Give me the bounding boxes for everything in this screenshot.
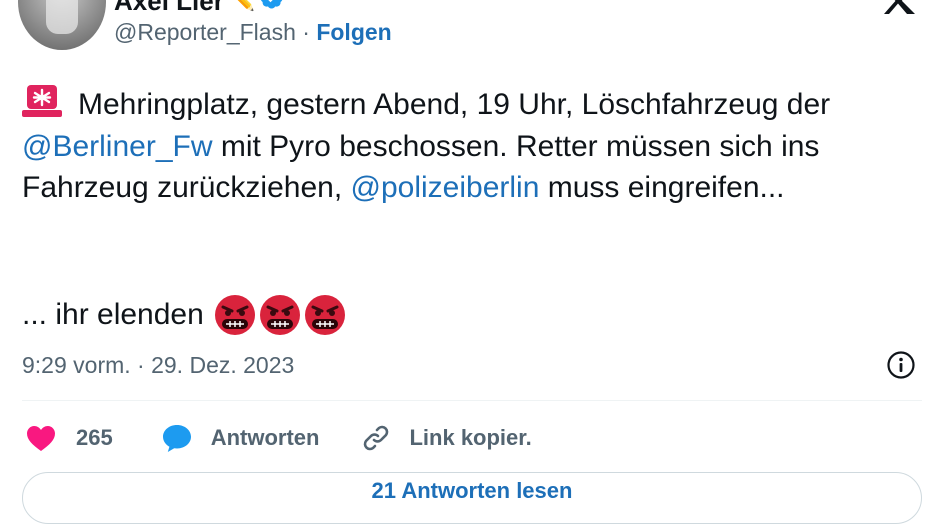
copy-link-button[interactable]: Link kopier.: [361, 423, 532, 453]
angry-symbols-face-icon: [304, 295, 345, 335]
read-replies-button[interactable]: 21 Antworten lesen: [22, 472, 922, 524]
author-name[interactable]: Axel Lier: [114, 0, 224, 17]
tweet-timestamp[interactable]: 9:29 vorm. · 29. Dez. 2023: [22, 352, 294, 379]
author-handle-line: @Reporter_Flash · Folgen: [114, 19, 392, 46]
follow-button[interactable]: Folgen: [316, 19, 391, 45]
author-avatar[interactable]: [18, 0, 106, 50]
divider: [22, 400, 922, 401]
tweet-text-part-1: Mehringplatz, gestern Abend, 19 Uhr, Lös…: [78, 88, 831, 121]
mention-berliner-fw[interactable]: @Berliner_Fw: [22, 130, 213, 163]
angry-symbols-face-icon: [259, 295, 300, 335]
rotating-light-icon: [22, 85, 62, 117]
like-count: 265: [76, 425, 113, 450]
angry-symbols-face-icon: [214, 295, 255, 335]
reply-label: Antworten: [210, 425, 320, 450]
verified-badge-icon: [260, 0, 283, 9]
tweet-closing-line: ... ihr elenden: [22, 294, 346, 336]
pencil-icon: ✏️: [230, 0, 255, 12]
info-icon[interactable]: [886, 350, 916, 380]
author-handle[interactable]: @Reporter_Flash: [114, 19, 296, 45]
tweet-text-part-3: muss eingreifen...: [539, 171, 785, 204]
mention-polizeiberlin[interactable]: @polizeiberlin: [351, 171, 540, 204]
like-button[interactable]: 265: [22, 425, 113, 452]
x-logo-icon[interactable]: [881, 0, 917, 14]
closing-text: ... ihr elenden: [22, 298, 204, 331]
speech-bubble-icon: [162, 425, 191, 452]
heart-icon: [27, 425, 55, 451]
reply-button[interactable]: Antworten: [161, 423, 320, 453]
action-bar: 265 Antworten Link kopier.: [22, 418, 532, 458]
tweet-text: Mehringplatz, gestern Abend, 19 Uhr, Lös…: [22, 84, 932, 209]
handle-separator: ·: [302, 19, 310, 45]
link-icon: [364, 425, 389, 451]
copy-link-label: Link kopier.: [409, 425, 532, 450]
